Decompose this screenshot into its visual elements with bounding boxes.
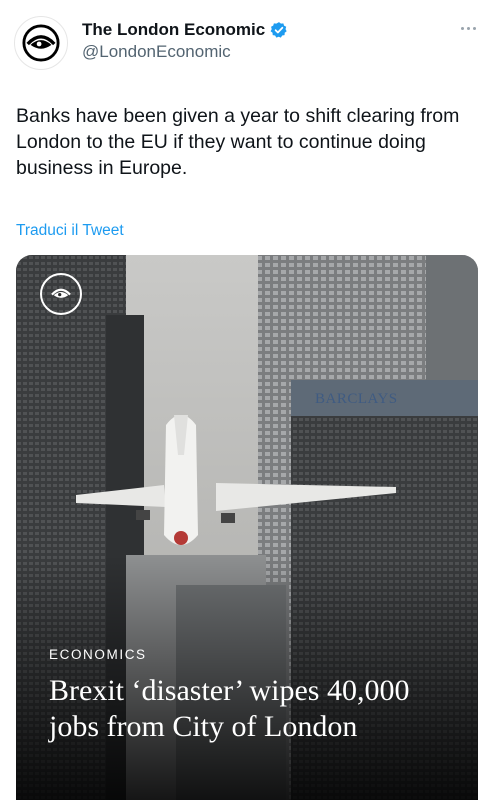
card-eye-logo-icon (40, 273, 82, 315)
translate-tweet-link[interactable]: Traduci il Tweet (16, 222, 124, 240)
account-handle[interactable]: @LondonEconomic (82, 42, 288, 62)
avatar[interactable] (14, 16, 68, 70)
card-headline[interactable]: Brexit ‘disaster’ wipes 40,000 jobs from… (49, 673, 464, 745)
display-name-row: The London Economic (82, 20, 288, 40)
verified-badge-icon (270, 22, 287, 38)
link-card[interactable]: BARCLAYS ECONOMICS Brexit ‘disaster’ wip… (16, 255, 478, 800)
card-category: ECONOMICS (49, 647, 147, 662)
more-options-icon[interactable] (456, 18, 480, 38)
display-name[interactable]: The London Economic (82, 20, 265, 40)
account-names: The London Economic @LondonEconomic (82, 20, 288, 62)
building-sign: BARCLAYS (315, 391, 398, 407)
eye-logo-icon (22, 24, 60, 62)
tweet: The London Economic @LondonEconomic Bank… (0, 0, 494, 800)
tweet-text: Banks have been given a year to shift cl… (16, 105, 460, 179)
tweet-header: The London Economic @LondonEconomic (14, 16, 480, 70)
